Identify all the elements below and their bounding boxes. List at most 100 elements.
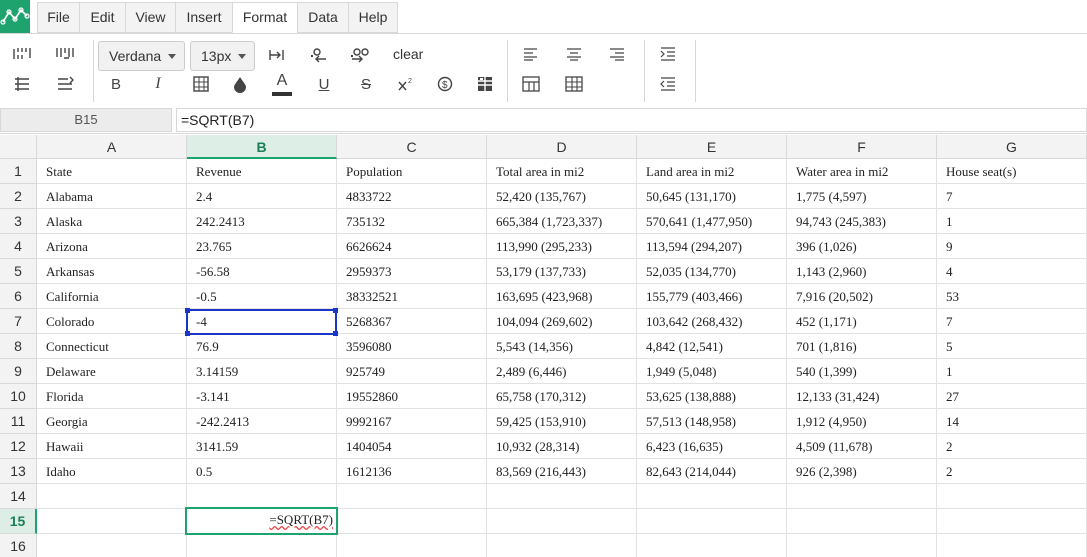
row-header-15[interactable]: 15 <box>0 509 37 534</box>
cell-g7[interactable]: 7 <box>937 309 1087 334</box>
row-header-11[interactable]: 11 <box>0 409 37 434</box>
fill-color-icon[interactable] <box>228 72 252 96</box>
row-header-2[interactable]: 2 <box>0 184 37 209</box>
row-header-6[interactable]: 6 <box>0 284 37 309</box>
align-right-icon[interactable] <box>605 42 629 66</box>
cell-e15[interactable] <box>637 509 787 534</box>
cell-f3[interactable]: 94,743 (245,383) <box>787 209 937 234</box>
cell-a16[interactable] <box>37 534 187 557</box>
cell-e12[interactable]: 6,423 (16,635) <box>637 434 787 459</box>
cell-c3[interactable]: 735132 <box>337 209 487 234</box>
cell-a12[interactable]: Hawaii <box>37 434 187 459</box>
cell-d3[interactable]: 665,384 (1,723,337) <box>487 209 637 234</box>
cell-b9[interactable]: 3.14159 <box>187 359 337 384</box>
row-header-10[interactable]: 10 <box>0 384 37 409</box>
cell-e14[interactable] <box>637 484 787 509</box>
cell-e11[interactable]: 57,513 (148,958) <box>637 409 787 434</box>
cell-b11[interactable]: -242.2413 <box>187 409 337 434</box>
row-header-9[interactable]: 9 <box>0 359 37 384</box>
cell-e6[interactable]: 155,779 (403,466) <box>637 284 787 309</box>
column-header-e[interactable]: E <box>637 135 787 159</box>
column-header-a[interactable]: A <box>37 135 187 159</box>
cell-g13[interactable]: 2 <box>937 459 1087 484</box>
cell-g14[interactable] <box>937 484 1087 509</box>
cell-e1[interactable]: Land area in mi2 <box>637 159 787 184</box>
column-header-g[interactable]: G <box>937 135 1087 159</box>
cell-a1[interactable]: State <box>37 159 187 184</box>
cell-f10[interactable]: 12,133 (31,424) <box>787 384 937 409</box>
cell-d16[interactable] <box>487 534 637 557</box>
menu-data[interactable]: Data <box>297 2 349 33</box>
menu-edit[interactable]: Edit <box>79 2 126 33</box>
cell-d5[interactable]: 53,179 (137,733) <box>487 259 637 284</box>
row-header-13[interactable]: 13 <box>0 459 37 484</box>
cell-a13[interactable]: Idaho <box>37 459 187 484</box>
cell-d9[interactable]: 2,489 (6,446) <box>487 359 637 384</box>
borders-icon[interactable] <box>473 72 497 96</box>
bold-icon[interactable]: B <box>104 72 128 96</box>
underline-icon[interactable]: U <box>312 72 336 96</box>
cell-f12[interactable]: 4,509 (11,678) <box>787 434 937 459</box>
cell-f6[interactable]: 7,916 (20,502) <box>787 284 937 309</box>
outdent-icon[interactable] <box>656 72 680 96</box>
cell-f9[interactable]: 540 (1,399) <box>787 359 937 384</box>
cell-g9[interactable]: 1 <box>937 359 1087 384</box>
cell-c5[interactable]: 2959373 <box>337 259 487 284</box>
cell-e2[interactable]: 50,645 (131,170) <box>637 184 787 209</box>
increase-indent-icon[interactable] <box>10 42 34 66</box>
cell-g10[interactable]: 27 <box>937 384 1087 409</box>
indent-icon[interactable] <box>656 42 680 66</box>
row-header-3[interactable]: 3 <box>0 209 37 234</box>
cell-a6[interactable]: California <box>37 284 187 309</box>
font-family-select[interactable]: Verdana <box>98 41 185 71</box>
row-header-4[interactable]: 4 <box>0 234 37 259</box>
decrease-decimal-icon[interactable] <box>305 43 329 67</box>
row-header-1[interactable]: 1 <box>0 159 37 184</box>
cell-f4[interactable]: 396 (1,026) <box>787 234 937 259</box>
cell-c4[interactable]: 6626624 <box>337 234 487 259</box>
cell-f1[interactable]: Water area in mi2 <box>787 159 937 184</box>
cell-g5[interactable]: 4 <box>937 259 1087 284</box>
cell-d12[interactable]: 10,932 (28,314) <box>487 434 637 459</box>
cell-c8[interactable]: 3596080 <box>337 334 487 359</box>
cell-d13[interactable]: 83,569 (216,443) <box>487 459 637 484</box>
cell-a7[interactable]: Colorado <box>37 309 187 334</box>
column-header-b[interactable]: B <box>187 135 337 159</box>
cell-c14[interactable] <box>337 484 487 509</box>
cell-e16[interactable] <box>637 534 787 557</box>
row-header-12[interactable]: 12 <box>0 434 37 459</box>
cell-editor-b15[interactable]: =SQRT(B7) <box>185 507 338 535</box>
cell-a15[interactable] <box>37 509 187 534</box>
cell-d1[interactable]: Total area in mi2 <box>487 159 637 184</box>
cell-e5[interactable]: 52,035 (134,770) <box>637 259 787 284</box>
cell-a4[interactable]: Arizona <box>37 234 187 259</box>
align-left-icon[interactable] <box>519 42 543 66</box>
cell-f2[interactable]: 1,775 (4,597) <box>787 184 937 209</box>
cell-b14[interactable] <box>187 484 337 509</box>
cell-c12[interactable]: 1404054 <box>337 434 487 459</box>
cell-g15[interactable] <box>937 509 1087 534</box>
cell-e10[interactable]: 53,625 (138,888) <box>637 384 787 409</box>
row-header-8[interactable]: 8 <box>0 334 37 359</box>
column-width-icon[interactable] <box>53 72 77 96</box>
column-header-d[interactable]: D <box>487 135 637 159</box>
cell-d10[interactable]: 65,758 (170,312) <box>487 384 637 409</box>
cell-e8[interactable]: 4,842 (12,541) <box>637 334 787 359</box>
cell-b2[interactable]: 2.4 <box>187 184 337 209</box>
cell-f15[interactable] <box>787 509 937 534</box>
cell-g4[interactable]: 9 <box>937 234 1087 259</box>
menu-insert[interactable]: Insert <box>175 2 233 33</box>
cell-b13[interactable]: 0.5 <box>187 459 337 484</box>
cell-a8[interactable]: Connecticut <box>37 334 187 359</box>
cell-f13[interactable]: 926 (2,398) <box>787 459 937 484</box>
cell-c10[interactable]: 19552860 <box>337 384 487 409</box>
cell-f16[interactable] <box>787 534 937 557</box>
cell-f8[interactable]: 701 (1,816) <box>787 334 937 359</box>
cell-a10[interactable]: Florida <box>37 384 187 409</box>
cell-f5[interactable]: 1,143 (2,960) <box>787 259 937 284</box>
cell-d11[interactable]: 59,425 (153,910) <box>487 409 637 434</box>
align-to-bottom-icon[interactable] <box>265 43 289 67</box>
cell-g3[interactable]: 1 <box>937 209 1087 234</box>
cell-format-icon[interactable] <box>189 72 213 96</box>
cell-g6[interactable]: 53 <box>937 284 1087 309</box>
